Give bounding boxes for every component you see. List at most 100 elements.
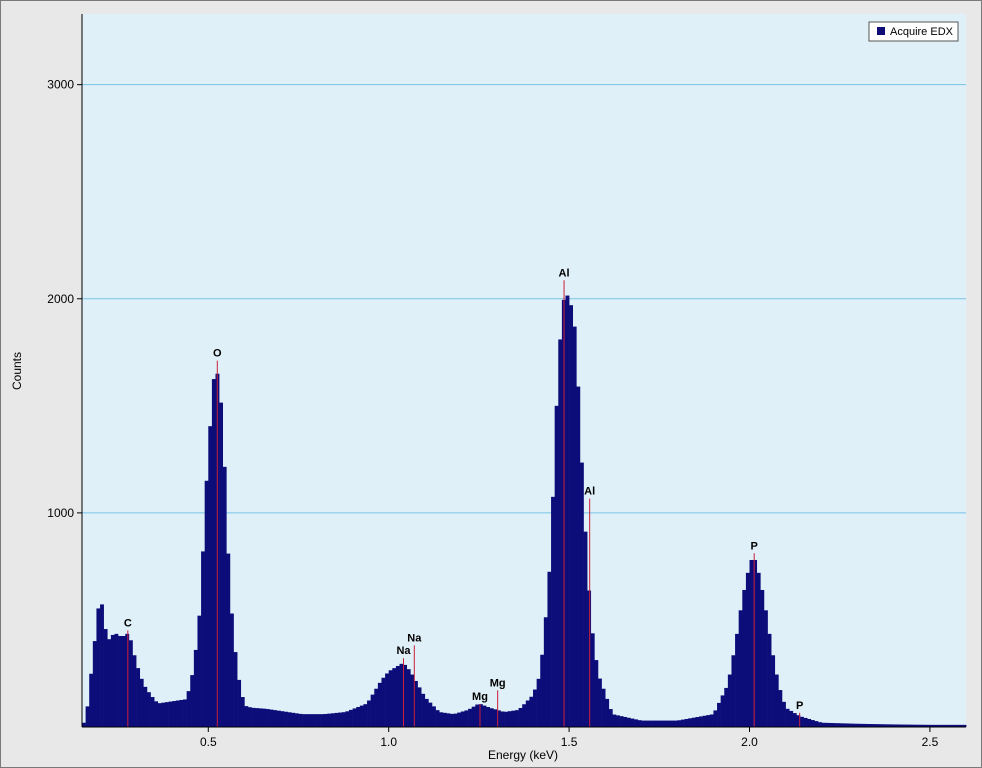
spectrum-bar: [110, 634, 115, 727]
spectrum-bar: [818, 722, 822, 727]
spectrum-bar: [395, 665, 400, 727]
spectrum-bar: [724, 687, 729, 727]
spectrum-bar: [330, 713, 335, 727]
spectrum-bar: [388, 670, 393, 727]
spectrum-bar: [807, 718, 812, 727]
spectrum-bar: [785, 708, 790, 727]
spectrum-bar: [302, 714, 307, 727]
spectrum-bar: [229, 613, 234, 727]
spectrum-bar: [338, 712, 343, 727]
spectrum-bar: [197, 615, 202, 727]
spectrum-bar: [839, 723, 844, 727]
spectrum-bar: [334, 712, 339, 727]
spectrum-bar: [500, 711, 505, 727]
y-tick-label: 2000: [47, 292, 74, 306]
spectrum-bar: [756, 572, 761, 727]
spectrum-bar: [767, 633, 772, 727]
spectrum-bar: [128, 640, 133, 727]
spectrum-bar: [475, 704, 480, 727]
spectrum-bar: [511, 710, 516, 727]
spectrum-bar: [406, 669, 411, 727]
spectrum-bar: [186, 691, 191, 727]
x-tick-label: 2.5: [922, 735, 939, 749]
spectrum-bar: [781, 701, 786, 727]
spectrum-bar: [323, 713, 328, 727]
spectrum-bar: [305, 714, 310, 727]
spectrum-bar: [320, 714, 325, 727]
spectrum-bar: [652, 720, 656, 727]
spectrum-bar: [399, 663, 404, 727]
legend[interactable]: Acquire EDX: [868, 21, 959, 42]
spectrum-bar: [590, 633, 595, 727]
spectrum-bar: [698, 716, 703, 727]
spectrum-bar: [800, 716, 804, 727]
spectrum-bar: [706, 715, 711, 727]
spectrum-bar: [359, 705, 364, 727]
legend-swatch: [877, 27, 885, 35]
spectrum-bar: [460, 711, 465, 727]
spectrum-bar: [370, 694, 375, 727]
spectrum-bar: [641, 720, 646, 727]
spectrum-bar: [720, 695, 725, 727]
spectrum-bar: [273, 710, 278, 727]
spectrum-bar: [634, 719, 638, 727]
spectrum-bar: [468, 708, 472, 727]
x-axis-label: Energy (keV): [488, 748, 558, 762]
spectrum-bar: [118, 636, 122, 727]
spectrum-bar: [291, 712, 296, 727]
spectrum-bar: [677, 720, 682, 727]
spectrum-bar: [179, 699, 184, 727]
spectrum-bar: [262, 708, 267, 727]
element-label: Na: [407, 632, 422, 644]
spectrum-bar: [579, 462, 584, 727]
spectrum-bar: [114, 633, 119, 727]
spectrum-bar: [616, 715, 620, 727]
spectrum-bar: [244, 706, 249, 727]
spectrum-bar: [547, 571, 552, 727]
spectrum-bar: [821, 722, 826, 727]
spectrum-bar: [442, 712, 447, 727]
spectrum-bar: [168, 701, 173, 727]
spectrum-bar: [154, 701, 159, 727]
spectrum-bar: [605, 698, 610, 727]
spectrum-bar: [659, 720, 664, 727]
spectrum-bar: [569, 305, 574, 727]
x-tick-label: 0.5: [200, 735, 217, 749]
x-tick-label: 2.0: [741, 735, 758, 749]
y-tick-label: 3000: [47, 78, 74, 92]
spectrum-bar: [446, 713, 451, 727]
spectrum-bar: [529, 696, 534, 727]
spectrum-bar: [727, 674, 732, 727]
spectrum-bar: [486, 707, 491, 727]
spectrum-bar: [287, 712, 292, 727]
spectrum-bar: [738, 610, 743, 727]
spectrum-bar: [85, 706, 90, 727]
spectrum-bar: [601, 688, 606, 727]
spectrum-bar: [377, 682, 382, 727]
spectrum-bar: [608, 709, 613, 727]
spectrum-bar: [183, 699, 187, 727]
spectrum-bar: [258, 708, 263, 727]
spectrum-bar: [735, 633, 739, 727]
spectrum-bar: [504, 711, 509, 727]
spectrum-bar: [363, 704, 368, 727]
spectrum-bar: [439, 712, 444, 727]
spectrum-bar: [298, 713, 303, 727]
spectrum-bar: [211, 379, 216, 727]
spectrum-bar: [410, 674, 415, 727]
spectrum-bar: [190, 675, 195, 727]
spectrum-bar: [760, 589, 765, 727]
spectrum-bar: [850, 723, 855, 727]
spectrum-bar: [92, 641, 97, 727]
element-label: P: [796, 700, 803, 712]
spectrum-bar: [655, 720, 660, 727]
spectrum-bar: [702, 715, 707, 727]
spectrum-bar: [284, 711, 288, 727]
spectrum-bar: [691, 717, 696, 727]
spectrum-bar: [688, 718, 693, 727]
chart-frame: C O Na Na Mg Mg Al Al P P 0.5 1.0 1.5 2.0 2.5 1000 200…: [0, 0, 982, 768]
spectrum-bar: [222, 466, 227, 727]
spectrum-bar: [507, 711, 512, 727]
spectrum-bar: [150, 697, 155, 727]
spectrum-bar: [266, 709, 270, 727]
